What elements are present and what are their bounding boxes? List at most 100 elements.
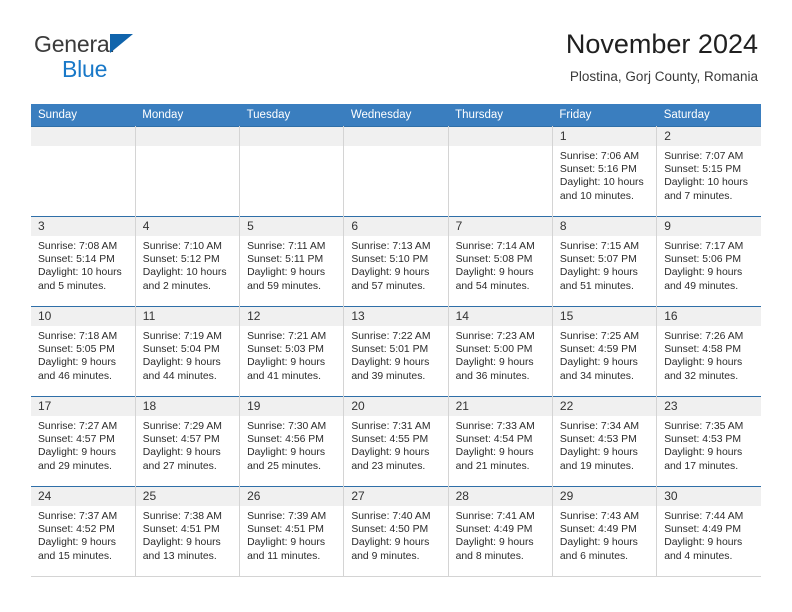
- calendar-day-cell[interactable]: 25 Sunrise: 7:38 AM Sunset: 4:51 PM Dayligh…: [135, 486, 241, 577]
- day-number: 28: [448, 487, 552, 506]
- sunrise-time: Sunrise: 7:26 AM: [664, 331, 744, 342]
- weekday-header-monday: Monday: [135, 104, 240, 127]
- logo-text-blue: Blue: [62, 56, 108, 82]
- calendar-day-cell[interactable]: 1 Sunrise: 7:06 AM Sunset: 5:16 PM Daylight…: [552, 126, 658, 217]
- calendar-cell-empty: [239, 126, 345, 217]
- sunrise-time: Sunrise: 7:35 AM: [664, 421, 744, 432]
- day-number: 25: [135, 487, 240, 506]
- day-number: 10: [31, 307, 135, 326]
- calendar-day-cell[interactable]: 20 Sunrise: 7:31 AM Sunset: 4:55 PM Dayligh…: [343, 396, 449, 487]
- sunset-time: Sunset: 4:54 PM: [455, 434, 533, 446]
- calendar-day-cell[interactable]: 22 Sunrise: 7:34 AM Sunset: 4:53 PM Dayligh…: [552, 396, 658, 487]
- sunrise-time: Sunrise: 7:30 AM: [247, 421, 327, 432]
- daylight-duration: Daylight: 9 hours and 44 minutes.: [142, 357, 221, 382]
- calendar-day-cell[interactable]: 21 Sunrise: 7:33 AM Sunset: 4:54 PM Dayligh…: [448, 396, 553, 487]
- calendar-week-row: 3 Sunrise: 7:08 AM Sunset: 5:14 PM Daylight…: [31, 216, 761, 307]
- calendar-day-cell[interactable]: 27 Sunrise: 7:40 AM Sunset: 4:50 PM Dayligh…: [343, 486, 449, 577]
- calendar-header-row: Sunday Monday Tuesday Wednesday Thursday…: [31, 104, 761, 127]
- daylight-duration: Daylight: 9 hours and 36 minutes.: [455, 357, 534, 382]
- sunset-time: Sunset: 4:49 PM: [455, 524, 533, 536]
- day-details: Sunrise: 7:39 AM Sunset: 4:51 PM Daylight:…: [240, 506, 343, 563]
- day-details: Sunrise: 7:34 AM Sunset: 4:53 PM Daylight:…: [553, 416, 656, 473]
- day-details: Sunrise: 7:19 AM Sunset: 5:04 PM Daylight:…: [136, 326, 239, 383]
- calendar-day-cell[interactable]: 30 Sunrise: 7:44 AM Sunset: 4:49 PM Dayligh…: [656, 486, 761, 577]
- sunrise-time: Sunrise: 7:43 AM: [559, 511, 640, 522]
- sunrise-time: Sunrise: 7:27 AM: [38, 421, 118, 432]
- day-details: Sunrise: 7:17 AM Sunset: 5:06 PM Daylight:…: [657, 236, 761, 293]
- daylight-duration: Daylight: 9 hours and 59 minutes.: [247, 267, 326, 292]
- day-number: 1: [552, 127, 657, 146]
- day-details: Sunrise: 7:29 AM Sunset: 4:57 PM Daylight:…: [136, 416, 239, 473]
- sunrise-time: Sunrise: 7:06 AM: [559, 151, 640, 162]
- day-details: Sunrise: 7:41 AM Sunset: 4:49 PM Daylight:…: [449, 506, 552, 563]
- daylight-duration: Daylight: 9 hours and 49 minutes.: [664, 267, 743, 292]
- calendar-day-cell[interactable]: 11 Sunrise: 7:19 AM Sunset: 5:04 PM Dayligh…: [135, 306, 241, 397]
- sunset-time: Sunset: 5:12 PM: [142, 254, 220, 266]
- calendar-day-cell[interactable]: 6 Sunrise: 7:13 AM Sunset: 5:10 PM Daylight…: [343, 216, 449, 307]
- sunrise-time: Sunrise: 7:22 AM: [351, 331, 431, 342]
- calendar-day-cell[interactable]: 14 Sunrise: 7:23 AM Sunset: 5:00 PM Dayligh…: [448, 306, 553, 397]
- day-details: Sunrise: 7:35 AM Sunset: 4:53 PM Daylight:…: [657, 416, 761, 473]
- daylight-duration: Daylight: 9 hours and 13 minutes.: [142, 537, 221, 562]
- calendar-day-cell[interactable]: 23 Sunrise: 7:35 AM Sunset: 4:53 PM Dayligh…: [656, 396, 761, 487]
- calendar-cell-empty: [448, 126, 553, 217]
- sunrise-time: Sunrise: 7:23 AM: [455, 331, 535, 342]
- calendar-day-cell[interactable]: 24 Sunrise: 7:37 AM Sunset: 4:52 PM Dayligh…: [31, 486, 136, 577]
- general-blue-logo[interactable]: General Blue: [34, 31, 234, 82]
- day-number: 23: [657, 397, 761, 416]
- calendar-day-cell[interactable]: 16 Sunrise: 7:26 AM Sunset: 4:58 PM Dayligh…: [656, 306, 761, 397]
- page-subtitle: Plostina, Gorj County, Romania: [569, 69, 758, 84]
- sunrise-time: Sunrise: 7:21 AM: [247, 331, 327, 342]
- day-number: 22: [552, 397, 657, 416]
- calendar-day-cell[interactable]: 18 Sunrise: 7:29 AM Sunset: 4:57 PM Dayligh…: [135, 396, 241, 487]
- calendar-day-cell[interactable]: 17 Sunrise: 7:27 AM Sunset: 4:57 PM Dayligh…: [31, 396, 136, 487]
- calendar-day-cell[interactable]: 7 Sunrise: 7:14 AM Sunset: 5:08 PM Daylight…: [448, 216, 553, 307]
- daylight-duration: Daylight: 9 hours and 6 minutes.: [559, 537, 638, 562]
- calendar-day-cell[interactable]: 19 Sunrise: 7:30 AM Sunset: 4:56 PM Dayligh…: [239, 396, 345, 487]
- day-details: Sunrise: 7:44 AM Sunset: 4:49 PM Daylight:…: [657, 506, 761, 563]
- sunrise-time: Sunrise: 7:44 AM: [664, 511, 744, 522]
- calendar-day-cell[interactable]: 10 Sunrise: 7:18 AM Sunset: 5:05 PM Dayligh…: [31, 306, 136, 397]
- calendar-week-row: 1 Sunrise: 7:06 AM Sunset: 5:16 PM Daylight…: [31, 126, 761, 217]
- sunrise-time: Sunrise: 7:07 AM: [664, 151, 744, 162]
- day-details: Sunrise: 7:13 AM Sunset: 5:10 PM Daylight:…: [344, 236, 447, 293]
- daylight-duration: Daylight: 9 hours and 57 minutes.: [351, 267, 430, 292]
- day-details: Sunrise: 7:08 AM Sunset: 5:14 PM Daylight:…: [31, 236, 135, 293]
- sunset-time: Sunset: 4:49 PM: [664, 524, 742, 536]
- day-number: 12: [240, 307, 344, 326]
- calendar-day-cell[interactable]: 9 Sunrise: 7:17 AM Sunset: 5:06 PM Daylight…: [656, 216, 761, 307]
- daylight-duration: Daylight: 9 hours and 19 minutes.: [559, 447, 638, 472]
- calendar-day-cell[interactable]: 8 Sunrise: 7:15 AM Sunset: 5:07 PM Daylight…: [552, 216, 658, 307]
- calendar-day-cell[interactable]: 3 Sunrise: 7:08 AM Sunset: 5:14 PM Daylight…: [31, 216, 136, 307]
- calendar-day-cell[interactable]: 15 Sunrise: 7:25 AM Sunset: 4:59 PM Dayligh…: [552, 306, 658, 397]
- calendar-day-cell[interactable]: 13 Sunrise: 7:22 AM Sunset: 5:01 PM Dayligh…: [343, 306, 449, 397]
- sunset-time: Sunset: 5:04 PM: [142, 344, 220, 356]
- sunrise-time: Sunrise: 7:41 AM: [455, 511, 535, 522]
- calendar-week-row: 24 Sunrise: 7:37 AM Sunset: 4:52 PM Dayligh…: [31, 486, 761, 577]
- day-number: 16: [657, 307, 761, 326]
- calendar-day-cell[interactable]: 4 Sunrise: 7:10 AM Sunset: 5:12 PM Daylight…: [135, 216, 241, 307]
- weekday-header-friday: Friday: [552, 104, 657, 127]
- weekday-header-saturday: Saturday: [656, 104, 761, 127]
- daylight-duration: Daylight: 10 hours and 10 minutes.: [559, 177, 644, 202]
- daylight-duration: Daylight: 9 hours and 11 minutes.: [247, 537, 326, 562]
- sunrise-time: Sunrise: 7:38 AM: [142, 511, 222, 522]
- calendar-cell-empty: [343, 126, 449, 217]
- calendar-day-cell[interactable]: 26 Sunrise: 7:39 AM Sunset: 4:51 PM Dayligh…: [239, 486, 345, 577]
- sunset-time: Sunset: 4:50 PM: [351, 524, 429, 536]
- calendar-day-cell[interactable]: 2 Sunrise: 7:07 AM Sunset: 5:15 PM Daylight…: [656, 126, 761, 217]
- calendar-day-cell[interactable]: 5 Sunrise: 7:11 AM Sunset: 5:11 PM Daylight…: [239, 216, 345, 307]
- calendar-day-cell[interactable]: 12 Sunrise: 7:21 AM Sunset: 5:03 PM Dayligh…: [239, 306, 345, 397]
- day-details: Sunrise: 7:23 AM Sunset: 5:00 PM Daylight:…: [449, 326, 552, 383]
- logo-text-general: General: [34, 31, 115, 57]
- sunset-time: Sunset: 4:59 PM: [559, 344, 637, 356]
- sunrise-time: Sunrise: 7:08 AM: [38, 241, 118, 252]
- calendar-week-row: 17 Sunrise: 7:27 AM Sunset: 4:57 PM Dayligh…: [31, 396, 761, 487]
- sunset-time: Sunset: 5:14 PM: [38, 254, 115, 266]
- calendar-day-cell[interactable]: 28 Sunrise: 7:41 AM Sunset: 4:49 PM Dayligh…: [448, 486, 553, 577]
- weekday-header-tuesday: Tuesday: [239, 104, 344, 127]
- day-number: 4: [135, 217, 240, 236]
- day-details: Sunrise: 7:31 AM Sunset: 4:55 PM Daylight:…: [344, 416, 447, 473]
- day-number: 21: [448, 397, 552, 416]
- calendar-day-cell[interactable]: 29 Sunrise: 7:43 AM Sunset: 4:49 PM Dayligh…: [552, 486, 658, 577]
